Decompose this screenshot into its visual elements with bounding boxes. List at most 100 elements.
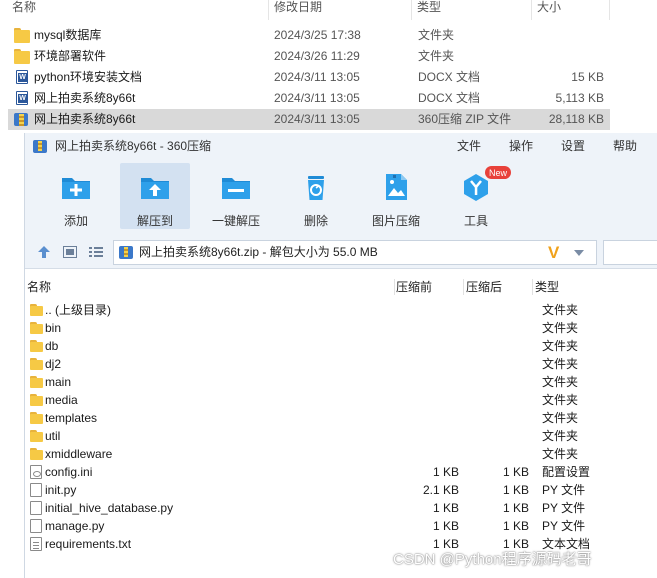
image-compress-icon bbox=[386, 174, 407, 200]
file-size-after bbox=[465, 301, 529, 319]
folder-icon bbox=[30, 412, 43, 424]
menu-file[interactable]: 文件 bbox=[457, 133, 481, 159]
tools-button[interactable]: New 工具 bbox=[441, 163, 511, 229]
file-row[interactable]: main 文件夹 bbox=[25, 373, 657, 391]
file-size: 15 KB bbox=[571, 70, 604, 84]
file-row[interactable]: xmiddleware 文件夹 bbox=[25, 445, 657, 463]
file-size-before: 1 KB bbox=[432, 501, 459, 515]
one-click-extract-label: 一键解压 bbox=[211, 214, 260, 228]
file-name: mysql数据库 bbox=[34, 28, 102, 42]
file-size-after: 1 KB bbox=[502, 501, 529, 515]
list-view-icon[interactable] bbox=[89, 246, 103, 258]
file-name: config.ini bbox=[45, 465, 93, 479]
chevron-down-icon[interactable] bbox=[574, 250, 584, 256]
python-file-icon bbox=[30, 501, 42, 515]
file-name: main bbox=[45, 375, 72, 389]
tools-label: 工具 bbox=[463, 214, 488, 228]
file-size-after: 1 KB bbox=[502, 519, 529, 533]
file-name: 网上拍卖系统8y66t bbox=[34, 91, 136, 105]
file-row[interactable]: config.ini 1 KB 1 KB 配置设置 bbox=[25, 463, 657, 481]
file-size-before bbox=[395, 301, 459, 319]
extract-to-button[interactable]: 解压到 bbox=[120, 163, 190, 229]
file-size-before bbox=[395, 373, 459, 391]
folder-icon bbox=[14, 28, 30, 43]
explorer-column-header: 名称 修改日期 类型 大小 bbox=[0, 0, 657, 20]
file-size-after bbox=[465, 373, 529, 391]
column-name[interactable]: 名称 bbox=[27, 278, 51, 296]
toolbar: 添加 解压到 一键解压 删除 图片压缩 New 工具 bbox=[25, 159, 657, 235]
column-type[interactable]: 类型 bbox=[535, 278, 559, 296]
explorer-row[interactable]: mysql数据库 2024/3/25 17:38 文件夹 bbox=[8, 25, 610, 46]
file-name: manage.py bbox=[45, 519, 105, 533]
python-file-icon bbox=[30, 483, 42, 497]
file-type: 文件夹 bbox=[418, 28, 455, 42]
explorer-row[interactable]: 环境部署软件 2024/3/26 11:29 文件夹 bbox=[8, 46, 610, 67]
delete-button[interactable]: 删除 bbox=[281, 163, 351, 229]
file-row[interactable]: bin 文件夹 bbox=[25, 319, 657, 337]
column-compressed-after[interactable]: 压缩后 bbox=[466, 278, 502, 296]
column-divider[interactable] bbox=[609, 0, 610, 20]
file-type: 360压缩 ZIP 文件 bbox=[418, 112, 512, 126]
column-divider[interactable] bbox=[532, 279, 533, 295]
config-file-icon bbox=[30, 465, 42, 479]
v-logo-icon[interactable]: V bbox=[548, 243, 559, 263]
explorer-row[interactable]: W 网上拍卖系统8y66t 2024/3/11 13:05 DOCX 文档 5,… bbox=[8, 88, 610, 109]
file-size-after: 1 KB bbox=[502, 465, 529, 479]
address-field[interactable]: 网上拍卖系统8y66t.zip - 解包大小为 55.0 MB V bbox=[113, 240, 597, 265]
file-type: 文件夹 bbox=[542, 447, 579, 461]
one-click-extract-button[interactable]: 一键解压 bbox=[201, 163, 271, 229]
image-compress-button[interactable]: 图片压缩 bbox=[361, 163, 431, 229]
file-type: DOCX 文档 bbox=[418, 70, 481, 84]
up-arrow-icon[interactable] bbox=[37, 246, 51, 258]
folder-icon bbox=[30, 340, 43, 352]
menu-settings[interactable]: 设置 bbox=[561, 133, 585, 159]
file-row[interactable]: util 文件夹 bbox=[25, 427, 657, 445]
file-row[interactable]: init.py 2.1 KB 1 KB PY 文件 bbox=[25, 481, 657, 499]
thumbnail-view-icon[interactable] bbox=[63, 246, 77, 258]
file-size-before: 1 KB bbox=[432, 465, 459, 479]
column-modified[interactable]: 修改日期 bbox=[270, 0, 322, 20]
file-row[interactable]: initial_hive_database.py 1 KB 1 KB PY 文件 bbox=[25, 499, 657, 517]
column-divider[interactable] bbox=[463, 279, 464, 295]
file-name: util bbox=[45, 429, 61, 443]
file-row[interactable]: manage.py 1 KB 1 KB PY 文件 bbox=[25, 517, 657, 535]
column-divider[interactable] bbox=[531, 0, 532, 20]
file-size-before bbox=[395, 355, 459, 373]
file-size: 5,113 KB bbox=[555, 91, 604, 105]
file-name: dj2 bbox=[45, 357, 62, 371]
file-name: media bbox=[45, 393, 78, 407]
file-name: 环境部署软件 bbox=[34, 49, 107, 63]
menu-operation[interactable]: 操作 bbox=[509, 133, 533, 159]
file-type: 文件夹 bbox=[542, 429, 579, 443]
folder-icon bbox=[30, 394, 43, 406]
column-size[interactable]: 大小 bbox=[533, 0, 561, 20]
file-row[interactable]: media 文件夹 bbox=[25, 391, 657, 409]
column-divider[interactable] bbox=[268, 0, 269, 20]
file-name: .. (上级目录) bbox=[45, 303, 111, 317]
file-type: 文件夹 bbox=[542, 411, 579, 425]
search-input[interactable] bbox=[603, 240, 657, 265]
file-size-before bbox=[395, 391, 459, 409]
zip-window: 网上拍卖系统8y66t - 360压缩 文件 操作 设置 帮助 添加 解压到 一… bbox=[24, 133, 657, 578]
explorer-row[interactable]: W python环境安装文档 2024/3/11 13:05 DOCX 文档 1… bbox=[8, 67, 610, 88]
file-row[interactable]: templates 文件夹 bbox=[25, 409, 657, 427]
file-name: bin bbox=[45, 321, 62, 335]
file-row[interactable]: db 文件夹 bbox=[25, 337, 657, 355]
column-name[interactable]: 名称 bbox=[8, 0, 36, 20]
column-divider[interactable] bbox=[394, 279, 395, 295]
explorer-row-selected[interactable]: 网上拍卖系统8y66t 2024/3/11 13:05 360压缩 ZIP 文件… bbox=[8, 109, 610, 130]
column-compressed-before[interactable]: 压缩前 bbox=[396, 278, 432, 296]
file-type: 文件夹 bbox=[542, 339, 579, 353]
file-type: 文件夹 bbox=[418, 49, 455, 63]
text-file-icon bbox=[30, 537, 42, 551]
file-row[interactable]: .. (上级目录) 文件夹 bbox=[25, 301, 657, 319]
file-size-before bbox=[395, 319, 459, 337]
file-row[interactable]: dj2 文件夹 bbox=[25, 355, 657, 373]
file-name: requirements.txt bbox=[45, 537, 132, 551]
column-divider[interactable] bbox=[411, 0, 412, 20]
column-type[interactable]: 类型 bbox=[413, 0, 441, 20]
title-bar[interactable]: 网上拍卖系统8y66t - 360压缩 文件 操作 设置 帮助 bbox=[25, 133, 657, 159]
add-button[interactable]: 添加 bbox=[41, 163, 111, 229]
menu-help[interactable]: 帮助 bbox=[613, 133, 637, 159]
file-modified: 2024/3/11 13:05 bbox=[274, 112, 360, 126]
